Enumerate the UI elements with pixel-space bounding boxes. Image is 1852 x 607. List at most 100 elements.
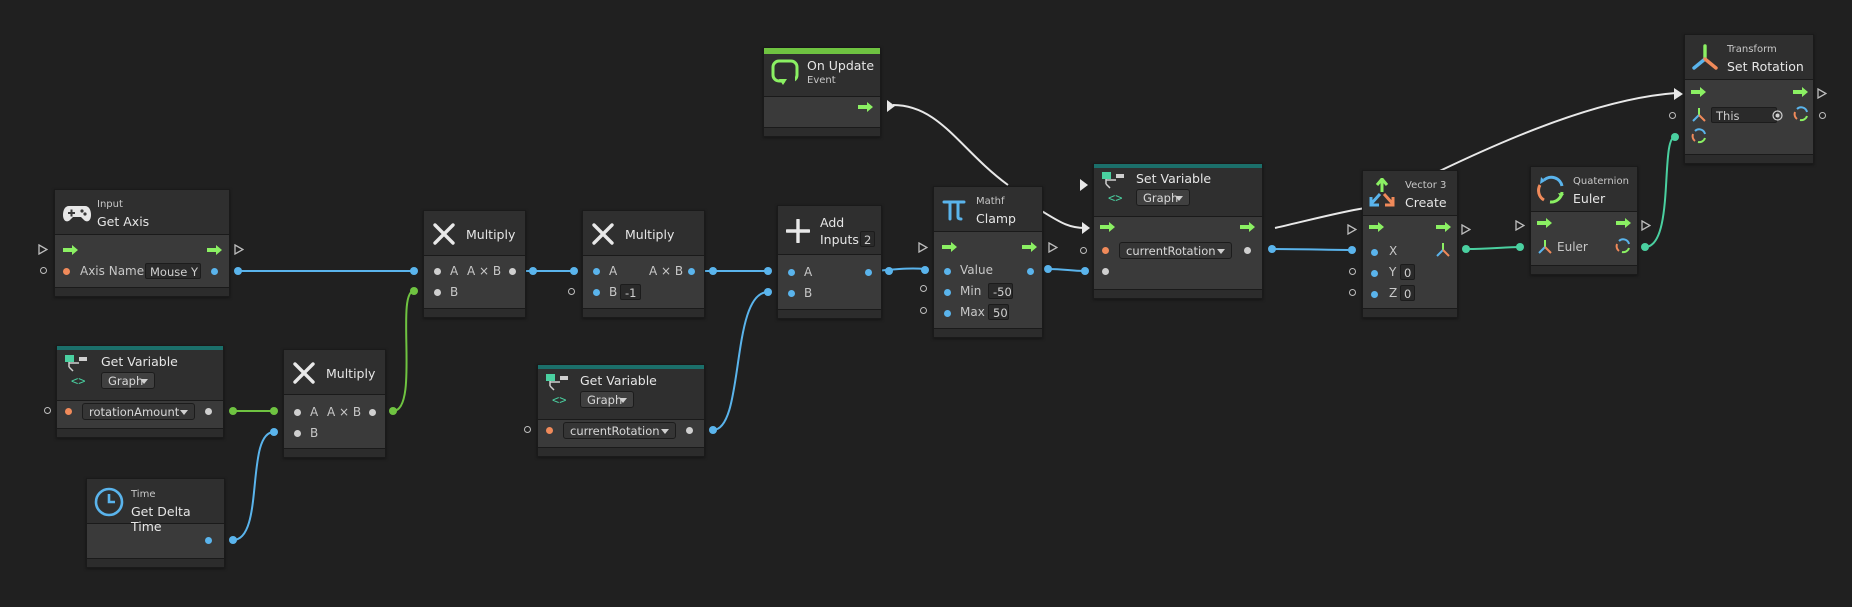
- axis-output-port[interactable]: [211, 268, 218, 275]
- flow-in-arrow[interactable]: [1691, 87, 1707, 97]
- inputs-count-field[interactable]: 2: [860, 231, 875, 247]
- value-output-port[interactable]: [205, 408, 212, 415]
- flow-out-port[interactable]: [1048, 242, 1058, 253]
- flow-out-arrow[interactable]: [1436, 222, 1452, 232]
- a-input-port[interactable]: [788, 269, 795, 276]
- product-output-port[interactable]: [369, 409, 376, 416]
- delta-time-output-port[interactable]: [205, 537, 212, 544]
- flow-in-port[interactable]: [1515, 220, 1525, 231]
- value-output-port[interactable]: [686, 427, 693, 434]
- set-rotation-node[interactable]: Transform Set Rotation This: [1684, 34, 1814, 164]
- variable-dropdown[interactable]: currentRotation: [563, 422, 676, 439]
- flow-out-arrow[interactable]: [207, 245, 223, 255]
- get-variable-node[interactable]: <> Get Variable Graph rotationAmount: [56, 345, 224, 438]
- object-picker-icon[interactable]: [1772, 110, 1783, 121]
- product-output-port[interactable]: [509, 268, 516, 275]
- multiply-node[interactable]: Multiply A A × B B: [423, 210, 526, 318]
- flow-out-arrow[interactable]: [858, 102, 874, 112]
- min-field[interactable]: -50: [988, 283, 1013, 299]
- a-input-port[interactable]: [593, 268, 600, 275]
- flow-in-arrow[interactable]: [1100, 222, 1116, 232]
- variable-dropdown[interactable]: currentRotation: [1119, 242, 1232, 259]
- target-port-icon[interactable]: [1691, 107, 1707, 123]
- variable-name-port[interactable]: [546, 427, 553, 434]
- flow-in-port[interactable]: [1347, 224, 1357, 235]
- variable-input-port[interactable]: [524, 426, 531, 433]
- node-title: Get Axis: [97, 214, 150, 229]
- get-axis-node[interactable]: Input Get Axis Axis Name Mouse Y: [54, 189, 230, 297]
- rotation-output-icon[interactable]: [1793, 106, 1809, 122]
- multiply-node[interactable]: Multiply A A × B B: [283, 349, 386, 458]
- sum-output-port[interactable]: [865, 269, 872, 276]
- min-input-port[interactable]: [944, 289, 951, 296]
- get-variable-node[interactable]: <> Get Variable Graph currentRotation: [537, 364, 705, 457]
- z-value-field[interactable]: 0: [1400, 285, 1415, 301]
- scope-dropdown[interactable]: Graph: [1136, 189, 1190, 206]
- scope-dropdown[interactable]: Graph: [580, 391, 634, 408]
- rotation-input-icon[interactable]: [1691, 128, 1707, 144]
- variable-input-port[interactable]: [1080, 247, 1087, 254]
- flow-out-arrow[interactable]: [1793, 87, 1809, 97]
- b-input-port[interactable]: [788, 290, 795, 297]
- b-input-port[interactable]: [294, 430, 301, 437]
- axis-name-field[interactable]: Mouse Y: [145, 263, 201, 279]
- flow-out-arrow[interactable]: [1616, 218, 1632, 228]
- min-input-ring[interactable]: [920, 285, 927, 292]
- target-output-ring[interactable]: [1819, 112, 1826, 119]
- clamp-output-port[interactable]: [1027, 268, 1034, 275]
- y-input-ring[interactable]: [1349, 268, 1356, 275]
- flow-in-arrow[interactable]: [63, 245, 79, 255]
- node-category: Event: [807, 75, 836, 86]
- x-input-port[interactable]: [1371, 249, 1378, 256]
- z-input-ring[interactable]: [1349, 289, 1356, 296]
- axis-input-port[interactable]: [40, 267, 47, 274]
- quaternion-euler-node[interactable]: Quaternion Euler Euler: [1530, 166, 1638, 275]
- euler-input-icon[interactable]: [1537, 239, 1553, 255]
- axis-name-port[interactable]: [63, 268, 70, 275]
- variable-name-port[interactable]: [65, 408, 72, 415]
- variable-dropdown[interactable]: rotationAmount: [82, 403, 195, 420]
- get-delta-time-node[interactable]: Time Get Delta Time: [86, 478, 225, 568]
- z-input-port[interactable]: [1371, 291, 1378, 298]
- scope-dropdown[interactable]: Graph: [101, 372, 155, 389]
- target-field[interactable]: This: [1711, 107, 1777, 123]
- new-value-input-port[interactable]: [1102, 268, 1109, 275]
- max-input-ring[interactable]: [920, 307, 927, 314]
- vector-output-icon[interactable]: [1435, 242, 1451, 258]
- flow-out-port[interactable]: [1461, 224, 1471, 235]
- variable-input-port[interactable]: [44, 407, 51, 414]
- flow-out-port[interactable]: [234, 244, 244, 255]
- on-update-node[interactable]: On Update Event: [763, 47, 881, 137]
- max-input-port[interactable]: [944, 310, 951, 317]
- target-input-ring[interactable]: [1669, 112, 1676, 119]
- flow-out-arrow[interactable]: [1022, 242, 1038, 252]
- clamp-node[interactable]: Mathf Clamp Value Min -50 Max 50: [933, 186, 1043, 338]
- flow-out-port[interactable]: [1817, 88, 1827, 99]
- add-node[interactable]: Add Inputs 2 A B: [777, 205, 882, 319]
- y-value-field[interactable]: 0: [1400, 264, 1415, 280]
- y-input-port[interactable]: [1371, 270, 1378, 277]
- max-field[interactable]: 50: [988, 304, 1009, 320]
- variable-name-port[interactable]: [1102, 247, 1109, 254]
- vector3-create-node[interactable]: Vector 3 Create X Y 0 Z 0: [1362, 170, 1458, 318]
- product-output-port[interactable]: [688, 268, 695, 275]
- a-input-port[interactable]: [294, 409, 301, 416]
- flow-in-arrow[interactable]: [942, 242, 958, 252]
- flow-in-port[interactable]: [38, 244, 48, 255]
- b-input-ring[interactable]: [568, 288, 575, 295]
- flow-in-port[interactable]: [918, 242, 928, 253]
- b-input-port[interactable]: [593, 289, 600, 296]
- value-output-port[interactable]: [1244, 247, 1251, 254]
- flow-out-arrow[interactable]: [1240, 222, 1256, 232]
- multiply-node[interactable]: Multiply A A × B B -1: [582, 210, 705, 318]
- flow-in-arrow[interactable]: [1369, 222, 1385, 232]
- a-input-port[interactable]: [434, 268, 441, 275]
- graph-canvas[interactable]: Input Get Axis Axis Name Mouse Y <> Get …: [0, 0, 1852, 607]
- flow-out-port[interactable]: [1641, 220, 1651, 231]
- b-value-field[interactable]: -1: [620, 284, 641, 300]
- flow-in-arrow[interactable]: [1537, 218, 1553, 228]
- set-variable-node[interactable]: <> Set Variable Graph currentRotation: [1093, 163, 1263, 299]
- value-input-port[interactable]: [944, 268, 951, 275]
- b-input-port[interactable]: [434, 289, 441, 296]
- quaternion-output-icon[interactable]: [1615, 238, 1631, 254]
